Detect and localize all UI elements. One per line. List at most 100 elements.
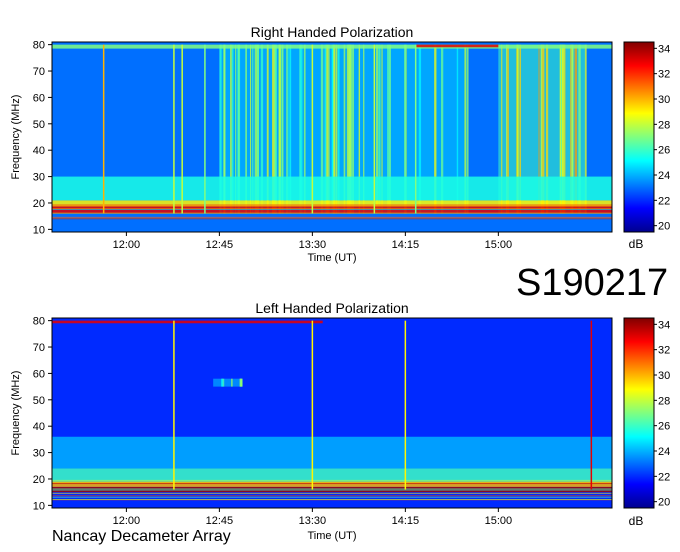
x-tick-label: 13:30 — [299, 239, 327, 251]
y-axis-label: Frequency (MHz) — [10, 371, 22, 456]
colorbar-tick-label: 22 — [658, 195, 670, 207]
frequency-band — [415, 44, 499, 48]
broadband-spike — [404, 320, 407, 490]
band-texture-line — [52, 495, 612, 497]
y-tick-label: 50 — [33, 395, 45, 407]
broadband-spike — [173, 44, 175, 214]
x-tick-label: 12:45 — [206, 515, 234, 527]
y-ticks: 10 20 30 40 50 60 70 80 — [33, 40, 52, 236]
y-tick-label: 80 — [33, 316, 45, 328]
colorbar-tick-label: 28 — [658, 119, 670, 131]
x-tick-label: 12:00 — [113, 239, 141, 251]
y-tick-label: 30 — [33, 172, 45, 184]
band-texture-line — [52, 218, 612, 220]
colorbar-unit: dB — [629, 237, 644, 251]
broadband-spike — [102, 44, 105, 214]
y-tick-label: 60 — [33, 368, 45, 380]
y-tick-label: 20 — [33, 198, 45, 210]
burst-streak — [231, 378, 233, 387]
colorbar-tick-label: 20 — [658, 221, 670, 233]
frequency-band — [52, 486, 612, 493]
y-tick-label: 50 — [33, 119, 45, 131]
instrument-name: Nancay Decameter Array — [52, 528, 231, 545]
y-tick-label: 10 — [33, 500, 45, 512]
spectrogram-heatmap — [52, 42, 612, 232]
y-tick-label: 80 — [33, 40, 45, 52]
frequency-band — [52, 44, 612, 49]
x-tick-label: 12:00 — [113, 515, 141, 527]
x-axis-label: Time (UT) — [307, 530, 356, 542]
band-texture-line — [52, 496, 612, 498]
burst-streak — [240, 378, 243, 387]
band-texture-line — [52, 216, 612, 218]
broadband-spike — [204, 44, 206, 214]
broadband-spike — [311, 320, 314, 490]
colorbar-tick-label: 22 — [658, 471, 670, 483]
colorbar-ticks: 20 22 24 26 28 30 32 34 — [654, 43, 670, 233]
colorbar-tick-label: 32 — [658, 69, 670, 81]
band-texture-line — [52, 479, 612, 481]
colorbar-tick-label: 24 — [658, 446, 670, 458]
y-ticks: 10 20 30 40 50 60 70 80 — [33, 316, 52, 512]
y-tick-label: 40 — [33, 421, 45, 433]
colorbar-tick-label: 26 — [658, 421, 670, 433]
y-tick-label: 20 — [33, 474, 45, 486]
x-ticks: 12:00 12:45 13:30 14:15 15:00 — [113, 232, 512, 251]
colorbar-tick-label: 30 — [658, 94, 670, 106]
colorbar-tick-label: 34 — [658, 319, 670, 331]
colorbar-tick-label: 24 — [658, 170, 670, 182]
y-tick-label: 10 — [33, 224, 45, 236]
chart-title: Right Handed Polarization — [251, 24, 414, 40]
x-tick-label: 13:30 — [299, 515, 327, 527]
frequency-band — [52, 320, 323, 324]
colorbar: 20 22 24 26 28 30 32 34 dB — [623, 41, 670, 251]
y-tick-label: 70 — [33, 342, 45, 354]
chart-title: Left Handed Polarization — [255, 300, 408, 316]
right-polarization-panel: Right Handed Polarization 10 20 30 40 50 60 70… — [10, 24, 670, 264]
burst-streak — [221, 378, 223, 387]
y-tick-label: 30 — [33, 448, 45, 460]
colorbar-tick-label: 28 — [658, 395, 670, 407]
frequency-band — [52, 176, 612, 201]
colorbar: 20 22 24 26 28 30 32 34 dB — [623, 317, 670, 528]
x-tick-label: 15:00 — [485, 239, 513, 251]
broadband-spike — [181, 44, 183, 214]
frequency-band — [52, 468, 612, 482]
colorbar-tick-label: 32 — [658, 345, 670, 357]
x-tick-label: 14:15 — [392, 239, 420, 251]
band-texture-line — [52, 205, 612, 207]
x-ticks: 12:00 12:45 13:30 14:15 15:00 — [113, 508, 512, 527]
band-texture-line — [52, 483, 612, 485]
y-tick-label: 70 — [33, 66, 45, 78]
colorbar-tick-label: 26 — [658, 145, 670, 157]
colorbar-tick-label: 34 — [658, 43, 670, 55]
colorbar-unit: dB — [629, 514, 644, 528]
y-tick-label: 60 — [33, 92, 45, 104]
event-identifier: S190217 — [516, 262, 669, 304]
frequency-band — [52, 436, 612, 469]
band-texture-line — [52, 481, 612, 483]
x-tick-label: 12:45 — [206, 239, 234, 251]
broadband-spike — [373, 44, 376, 214]
x-axis-label: Time (UT) — [307, 252, 356, 264]
burst-region — [213, 378, 243, 387]
y-axis-label: Frequency (MHz) — [10, 95, 22, 180]
colorbar-ticks: 20 22 24 26 28 30 32 34 — [654, 319, 670, 509]
broadband-spike — [311, 44, 314, 214]
left-polarization-panel: Left Handed Polarization 10 20 30 40 50 60 70 8… — [10, 300, 670, 542]
band-texture-line — [52, 488, 612, 490]
x-tick-label: 14:15 — [392, 515, 420, 527]
colorbar-tick-label: 20 — [658, 497, 670, 509]
colorbar-tick-label: 30 — [658, 370, 670, 382]
band-texture-line — [52, 499, 612, 501]
band-texture-line — [52, 489, 612, 491]
x-tick-label: 15:00 — [485, 515, 513, 527]
band-texture-line — [52, 212, 612, 214]
band-texture-line — [52, 492, 612, 494]
band-texture-line — [52, 204, 612, 206]
broadband-spike — [173, 320, 175, 490]
band-texture-line — [52, 208, 612, 210]
y-tick-label: 40 — [33, 145, 45, 157]
spectrogram-heatmap — [52, 318, 612, 508]
broadband-spike — [414, 44, 417, 214]
